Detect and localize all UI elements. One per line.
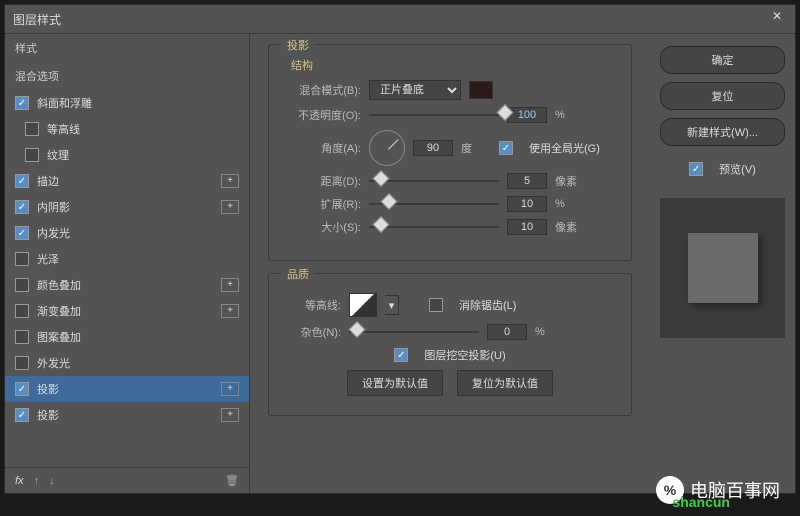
- style-checkbox[interactable]: [15, 330, 29, 344]
- noise-slider[interactable]: [349, 325, 479, 339]
- antialias-label: 消除锯齿(L): [459, 297, 516, 313]
- knockout-checkbox[interactable]: [394, 348, 408, 362]
- global-light-checkbox[interactable]: [499, 141, 513, 155]
- plus-icon[interactable]: +: [221, 408, 239, 422]
- style-label: 描边: [37, 173, 221, 189]
- global-light-label: 使用全局光(G): [529, 140, 600, 156]
- blend-options[interactable]: 混合选项: [5, 62, 249, 90]
- plus-icon[interactable]: +: [221, 382, 239, 396]
- spread-label: 扩展(R):: [281, 196, 361, 212]
- style-item-5[interactable]: 内发光: [5, 220, 249, 246]
- antialias-checkbox[interactable]: [429, 298, 443, 312]
- style-label: 内阴影: [37, 199, 221, 215]
- style-label: 外发光: [37, 355, 239, 371]
- opacity-value[interactable]: 100: [507, 107, 547, 123]
- style-label: 颜色叠加: [37, 277, 221, 293]
- styles-panel: 样式 混合选项 斜面和浮雕等高线纹理描边+内阴影+内发光光泽颜色叠加+渐变叠加+…: [5, 34, 250, 493]
- trash-icon[interactable]: 🗑: [225, 474, 239, 487]
- style-item-4[interactable]: 内阴影+: [5, 194, 249, 220]
- reset-default-button[interactable]: 复位为默认值: [457, 370, 553, 396]
- opacity-slider[interactable]: [369, 108, 499, 122]
- opacity-label: 不透明度(O):: [281, 107, 361, 123]
- distance-slider[interactable]: [369, 174, 499, 188]
- angle-label: 角度(A):: [281, 140, 361, 156]
- plus-icon[interactable]: +: [221, 200, 239, 214]
- style-checkbox[interactable]: [15, 174, 29, 188]
- fx-icon[interactable]: fx: [15, 475, 24, 487]
- structure-label: 结构: [291, 57, 619, 73]
- size-slider[interactable]: [369, 220, 499, 234]
- preview-checkbox[interactable]: [689, 162, 703, 176]
- arrow-up-icon[interactable]: ↑: [34, 475, 40, 487]
- arrow-down-icon[interactable]: ↓: [49, 475, 55, 487]
- new-style-button[interactable]: 新建样式(W)...: [660, 118, 785, 146]
- spread-value[interactable]: 10: [507, 196, 547, 212]
- style-item-12[interactable]: 投影+: [5, 402, 249, 428]
- style-item-1[interactable]: 等高线: [5, 116, 249, 142]
- angle-dial[interactable]: [369, 130, 405, 166]
- angle-value[interactable]: 90: [413, 140, 453, 156]
- style-label: 投影: [37, 407, 221, 423]
- style-label: 斜面和浮雕: [37, 95, 239, 111]
- style-item-11[interactable]: 投影+: [5, 376, 249, 402]
- style-item-2[interactable]: 纹理: [5, 142, 249, 168]
- knockout-label: 图层挖空投影(U): [424, 347, 505, 363]
- style-label: 图案叠加: [37, 329, 239, 345]
- style-item-10[interactable]: 外发光: [5, 350, 249, 376]
- noise-label: 杂色(N):: [281, 324, 341, 340]
- window-title: 图层样式: [13, 11, 61, 28]
- distance-label: 距离(D):: [281, 173, 361, 189]
- set-default-button[interactable]: 设置为默认值: [347, 370, 443, 396]
- style-checkbox[interactable]: [25, 148, 39, 162]
- style-label: 投影: [37, 381, 221, 397]
- style-checkbox[interactable]: [15, 96, 29, 110]
- style-checkbox[interactable]: [25, 122, 39, 136]
- blend-mode-select[interactable]: 正片叠底: [369, 80, 461, 100]
- preview-label: 预览(V): [719, 161, 756, 177]
- style-checkbox[interactable]: [15, 304, 29, 318]
- quality-label: 品质: [281, 266, 315, 282]
- style-item-7[interactable]: 颜色叠加+: [5, 272, 249, 298]
- chevron-down-icon[interactable]: ▾: [385, 295, 399, 315]
- size-label: 大小(S):: [281, 219, 361, 235]
- preview-box: [660, 198, 785, 338]
- style-item-0[interactable]: 斜面和浮雕: [5, 90, 249, 116]
- style-label: 内发光: [37, 225, 239, 241]
- style-item-8[interactable]: 渐变叠加+: [5, 298, 249, 324]
- style-label: 纹理: [47, 147, 239, 163]
- cancel-button[interactable]: 复位: [660, 82, 785, 110]
- close-icon[interactable]: ✕: [767, 9, 787, 29]
- style-checkbox[interactable]: [15, 226, 29, 240]
- style-label: 光泽: [37, 251, 239, 267]
- preview-sample: [688, 233, 758, 303]
- style-item-9[interactable]: 图案叠加: [5, 324, 249, 350]
- spread-slider[interactable]: [369, 197, 499, 211]
- plus-icon[interactable]: +: [221, 278, 239, 292]
- color-swatch[interactable]: [469, 81, 493, 99]
- style-checkbox[interactable]: [15, 200, 29, 214]
- noise-value[interactable]: 0: [487, 324, 527, 340]
- style-checkbox[interactable]: [15, 278, 29, 292]
- style-item-6[interactable]: 光泽: [5, 246, 249, 272]
- contour-picker[interactable]: [349, 293, 377, 317]
- blend-mode-label: 混合模式(B):: [281, 82, 361, 98]
- style-checkbox[interactable]: [15, 356, 29, 370]
- size-value[interactable]: 10: [507, 219, 547, 235]
- plus-icon[interactable]: +: [221, 174, 239, 188]
- section-title: 投影: [281, 37, 315, 53]
- plus-icon[interactable]: +: [221, 304, 239, 318]
- style-checkbox[interactable]: [15, 382, 29, 396]
- style-label: 等高线: [47, 121, 239, 137]
- style-checkbox[interactable]: [15, 408, 29, 422]
- ok-button[interactable]: 确定: [660, 46, 785, 74]
- contour-label: 等高线:: [281, 297, 341, 313]
- styles-header[interactable]: 样式: [5, 34, 249, 62]
- style-label: 渐变叠加: [37, 303, 221, 319]
- style-checkbox[interactable]: [15, 252, 29, 266]
- distance-value[interactable]: 5: [507, 173, 547, 189]
- style-item-3[interactable]: 描边+: [5, 168, 249, 194]
